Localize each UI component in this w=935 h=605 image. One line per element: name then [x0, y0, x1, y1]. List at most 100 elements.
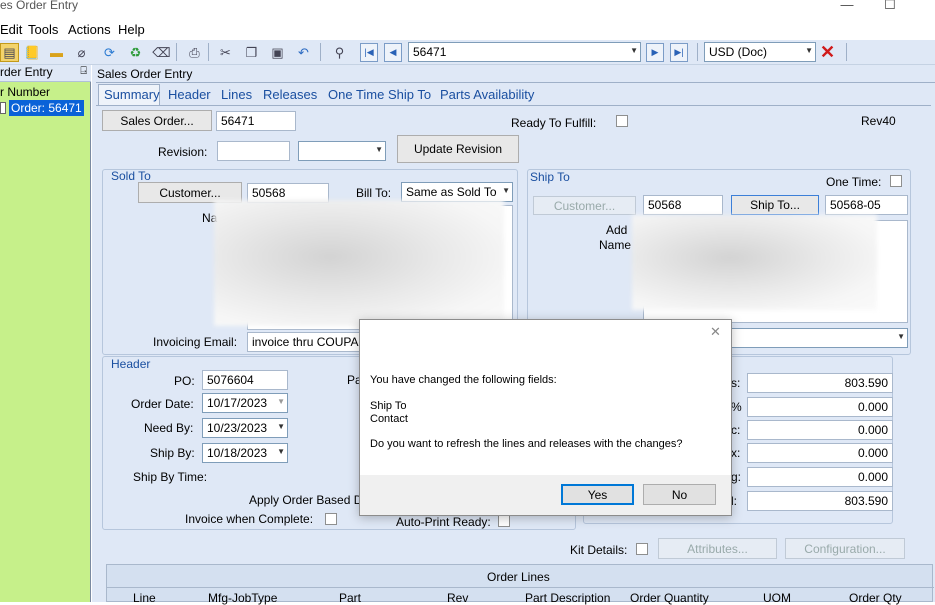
- print-icon[interactable]: ⎙: [185, 43, 204, 62]
- kit-details-label: Kit Details:: [570, 543, 628, 557]
- prev-record-icon[interactable]: ◀: [384, 43, 402, 62]
- totals-label-3: c:: [731, 423, 741, 437]
- update-revision-button[interactable]: Update Revision: [397, 135, 519, 163]
- column-header-part[interactable]: Part: [339, 591, 361, 605]
- bill-to-combo[interactable]: Same as Sold To ▼: [401, 182, 513, 202]
- totals-value-3: 0.000: [747, 420, 893, 440]
- toolbar: ▤ 📒 ▬ ⌀ ⟳ ♻ ⌫ ⎙ ✂ ❐ ▣ ↶ ⚲ |◀ ◀ 56471 ▼ ▶…: [0, 40, 935, 65]
- folder-icon[interactable]: ▬: [47, 43, 66, 62]
- totals-value-4: 0.000: [747, 443, 893, 463]
- menu-actions[interactable]: Actions: [68, 22, 111, 37]
- order-combo[interactable]: 56471 ▼: [408, 42, 641, 62]
- column-header-rev[interactable]: Rev: [447, 591, 468, 605]
- ready-to-fulfill-checkbox[interactable]: [616, 115, 628, 127]
- chevron-down-icon: ▼: [897, 332, 905, 341]
- dialog-field-ship-to: Ship To: [370, 400, 407, 412]
- order-date-label: Order Date:: [131, 397, 194, 411]
- invoice-when-complete-checkbox[interactable]: [325, 513, 337, 525]
- maximize-button[interactable]: ☐: [880, 0, 900, 13]
- redacted-ship-address: [632, 215, 877, 310]
- recycle-icon[interactable]: ♻: [126, 43, 145, 62]
- menu-edit[interactable]: Edit: [0, 22, 22, 37]
- need-by-field[interactable]: 10/23/2023 ▼: [202, 418, 288, 438]
- totals-label-5: g:: [731, 470, 742, 484]
- order-lines-grid: Order Lines Line Mfg-JobType Part Rev Pa…: [106, 564, 934, 605]
- ship-to-title: Ship To: [530, 170, 570, 184]
- eraser-icon[interactable]: ⌫: [152, 43, 171, 62]
- no-button[interactable]: No: [643, 484, 716, 505]
- po-field[interactable]: 5076604: [202, 370, 288, 390]
- column-header-order-quantity[interactable]: Order Quantity: [630, 591, 709, 605]
- attributes-button[interactable]: Attributes...: [658, 538, 777, 559]
- pin-icon[interactable]: ⍈: [80, 65, 87, 78]
- tree-root[interactable]: r Number: [0, 85, 50, 99]
- po-label: PO:: [174, 374, 195, 388]
- ship-by-value: 10/18/2023: [207, 446, 268, 460]
- refresh-doc-icon[interactable]: ⟳: [100, 43, 119, 62]
- totals-value-5: 0.000: [747, 467, 893, 487]
- one-time-label: One Time:: [826, 175, 882, 189]
- order-lines-title: Order Lines: [487, 570, 550, 584]
- invoicing-email-label: Invoicing Email:: [153, 335, 238, 349]
- ship-to-customer-field[interactable]: 50568: [643, 195, 723, 215]
- currency-combo[interactable]: USD (Doc) ▼: [704, 42, 816, 62]
- chevron-down-icon: ▼: [277, 447, 285, 456]
- document-icon: [0, 102, 6, 114]
- tree-header: rder Entry ⍈: [0, 65, 91, 82]
- menu-help[interactable]: Help: [118, 22, 145, 37]
- column-header-mfg-jobtype[interactable]: Mfg-JobType: [208, 591, 277, 605]
- column-header-part-description[interactable]: Part Description: [525, 591, 610, 605]
- column-header-uom[interactable]: UOM: [763, 591, 791, 605]
- totals-label-4: x:: [731, 446, 741, 460]
- ship-by-field[interactable]: 10/18/2023 ▼: [202, 443, 288, 463]
- ship-to-button[interactable]: Ship To...: [731, 195, 819, 215]
- cut-icon[interactable]: ✂: [216, 43, 235, 62]
- column-header-line[interactable]: Line: [133, 591, 156, 605]
- configuration-button[interactable]: Configuration...: [785, 538, 905, 559]
- tab-one-time-ship-to[interactable]: One Time Ship To: [328, 87, 431, 102]
- chevron-down-icon: ▼: [277, 397, 285, 406]
- binoculars-icon[interactable]: ⚲: [330, 43, 349, 62]
- menu-tools[interactable]: Tools: [28, 22, 58, 37]
- tab-releases[interactable]: Releases: [263, 87, 317, 102]
- delete-icon[interactable]: ✕: [818, 42, 837, 62]
- invoicing-email-field[interactable]: invoice thru COUPA: [247, 332, 367, 352]
- paste-icon[interactable]: ▣: [268, 43, 287, 62]
- minimize-button[interactable]: —: [837, 0, 857, 12]
- ship-to-id-field[interactable]: 50568-05: [825, 195, 908, 215]
- tab-parts-availability[interactable]: Parts Availability: [440, 87, 534, 102]
- ship-to-contact-combo[interactable]: ▼: [728, 328, 908, 348]
- refresh-lines-dialog: ✕ You have changed the following fields:…: [359, 319, 732, 516]
- chevron-down-icon: ▼: [277, 422, 285, 431]
- next-record-icon[interactable]: ▶: [646, 43, 664, 62]
- first-record-icon[interactable]: |◀: [360, 43, 378, 62]
- save-icon[interactable]: ▤: [0, 43, 19, 62]
- tab-summary[interactable]: Summary: [104, 87, 160, 102]
- auto-print-ready-checkbox[interactable]: [498, 515, 510, 527]
- ship-by-label: Ship By:: [150, 446, 195, 460]
- undo-icon[interactable]: ↶: [294, 43, 313, 62]
- order-date-field[interactable]: 10/17/2023 ▼: [202, 393, 288, 413]
- column-header-order-qty[interactable]: Order Qty: [849, 591, 902, 605]
- copy-icon[interactable]: ❐: [242, 43, 261, 62]
- open-book-icon[interactable]: 📒: [23, 43, 42, 62]
- revision-label: Revision:: [158, 145, 208, 159]
- last-record-icon[interactable]: ▶|: [670, 43, 688, 62]
- dialog-close-button[interactable]: ✕: [710, 324, 721, 340]
- revision-field[interactable]: [217, 141, 290, 161]
- one-time-checkbox[interactable]: [890, 175, 902, 187]
- panel-title: Sales Order Entry: [97, 67, 193, 81]
- ship-to-customer-button[interactable]: Customer...: [533, 196, 636, 215]
- tab-lines[interactable]: Lines: [221, 87, 252, 102]
- sales-order-field[interactable]: 56471: [216, 111, 296, 131]
- yes-button[interactable]: Yes: [561, 484, 634, 505]
- dialog-footer: Yes No: [360, 475, 731, 515]
- tree-item-order[interactable]: Order: 56471: [9, 100, 84, 116]
- dialog-field-contact: Contact: [370, 413, 408, 425]
- tab-header[interactable]: Header: [168, 87, 211, 102]
- paperclip-icon[interactable]: ⌀: [72, 43, 91, 62]
- revision-combo[interactable]: ▼: [298, 141, 386, 161]
- sales-order-button[interactable]: Sales Order...: [102, 110, 212, 131]
- kit-details-checkbox[interactable]: [636, 543, 648, 555]
- ship-by-time-label: Ship By Time:: [133, 470, 208, 484]
